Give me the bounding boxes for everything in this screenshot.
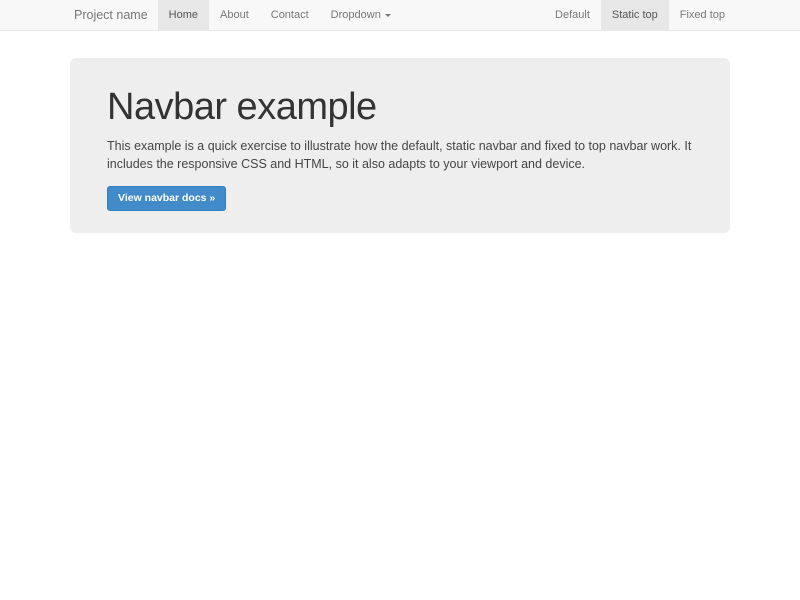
view-navbar-docs-button[interactable]: View navbar docs » xyxy=(107,186,226,211)
navbar-left-nav: Home About Contact Dropdown xyxy=(158,0,402,30)
nav-item-default[interactable]: Default xyxy=(544,0,601,30)
navbar-brand[interactable]: Project name xyxy=(64,0,158,30)
caret-down-icon xyxy=(385,14,391,17)
nav-item-home[interactable]: Home xyxy=(158,0,209,30)
jumbotron: Navbar example This example is a quick e… xyxy=(70,58,730,233)
nav-item-static-top[interactable]: Static top xyxy=(601,0,669,30)
nav-item-dropdown[interactable]: Dropdown xyxy=(320,0,402,30)
nav-item-about[interactable]: About xyxy=(209,0,260,30)
nav-item-dropdown-label: Dropdown xyxy=(331,0,381,30)
page-title: Navbar example xyxy=(107,87,693,128)
navbar: Project name Home About Contact Dropdown… xyxy=(0,0,800,31)
main-container: Navbar example This example is a quick e… xyxy=(70,58,730,233)
nav-item-fixed-top[interactable]: Fixed top xyxy=(669,0,736,30)
nav-item-contact[interactable]: Contact xyxy=(260,0,320,30)
navbar-right-nav: Default Static top Fixed top xyxy=(544,0,736,30)
navbar-container: Project name Home About Contact Dropdown… xyxy=(64,0,736,30)
page-description: This example is a quick exercise to illu… xyxy=(107,137,693,173)
